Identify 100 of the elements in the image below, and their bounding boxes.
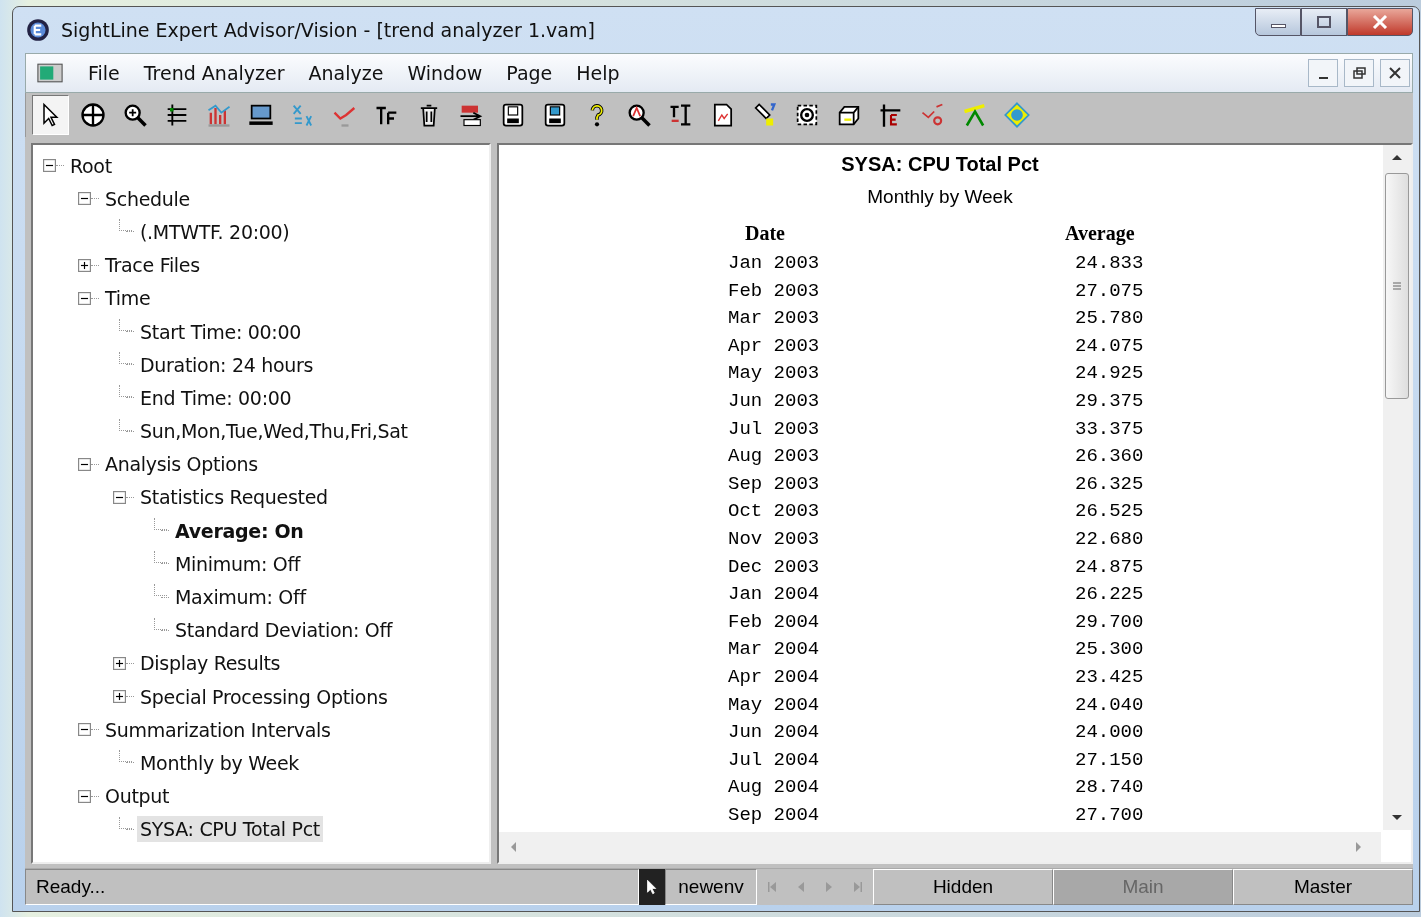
tree-item[interactable]: Trace Files [102, 252, 203, 279]
tree-item[interactable]: Output [102, 783, 173, 810]
expander-toggle[interactable] [43, 159, 56, 173]
table-cell-text: Apr 2004 [727, 664, 821, 690]
tree-item[interactable]: Time [102, 285, 154, 312]
restore-icon [1352, 66, 1366, 80]
menu-item[interactable]: Trend Analyzer [131, 62, 297, 84]
tree-item[interactable]: Schedule [102, 185, 193, 212]
table-cell-text: 26.360 [1074, 444, 1145, 470]
minimize-button[interactable] [1255, 8, 1301, 36]
tree-item[interactable]: Maximum: Off [172, 584, 309, 611]
table-cell-text: 24.075 [1074, 333, 1145, 359]
table-cell-text: 23.425 [1074, 664, 1145, 690]
close-button[interactable] [1380, 59, 1410, 87]
page-tab[interactable]: Hidden [873, 869, 1053, 905]
minimize-icon [1270, 24, 1286, 28]
tree-item[interactable]: Special Processing Options [137, 683, 391, 710]
environment-label: newenv [665, 869, 757, 905]
vertical-scrollbar[interactable] [1383, 145, 1411, 830]
tree-item[interactable]: End Time: 00:00 [137, 384, 295, 411]
expander-toggle[interactable] [78, 789, 91, 803]
table-cell-text: May 2003 [727, 361, 821, 387]
crosshair-icon [78, 101, 107, 129]
expander-toggle[interactable] [113, 656, 126, 670]
table-cell-text: 26.325 [1074, 471, 1145, 497]
expander-toggle[interactable] [78, 192, 91, 206]
tree-item[interactable]: Sun,Mon,Tue,Wed,Thu,Fri,Sat [137, 418, 411, 445]
close-button[interactable] [1347, 8, 1413, 36]
expander-toggle[interactable] [78, 723, 91, 737]
tree-item[interactable]: Minimum: Off [172, 550, 304, 577]
report-title: SYSA: CPU Total Pct [841, 153, 1039, 176]
tree-item[interactable]: Statistics Requested [137, 484, 331, 511]
tree-item[interactable]: (.MTWTF. 20:00) [137, 218, 293, 245]
table-cell-text: 29.375 [1074, 388, 1145, 414]
tree-item[interactable]: Summarization Intervals [102, 716, 334, 743]
table-cell-text: Feb 2004 [727, 609, 821, 635]
menu-item[interactable]: Window [395, 62, 495, 84]
close-icon [1370, 15, 1390, 29]
table-cell-text: 27.150 [1074, 747, 1145, 773]
diamond-coin-icon [1002, 101, 1031, 129]
menu-item[interactable]: Page [494, 62, 565, 84]
table-cell-text: Jul 2003 [727, 416, 821, 442]
tree-item[interactable]: Average: On [172, 517, 307, 544]
tree-item[interactable]: Analysis Options [102, 451, 261, 478]
tree-item[interactable]: Standard Deviation: Off [172, 617, 396, 644]
report-subtitle: Monthly by Week [867, 186, 1013, 208]
restore-button[interactable] [1344, 59, 1374, 87]
table-cell-text: 24.925 [1074, 361, 1145, 387]
table-cell-text: May 2004 [727, 692, 821, 718]
page-tab[interactable]: Master [1233, 869, 1413, 905]
minimize-button[interactable] [1308, 59, 1338, 87]
table-cell-text: Sep 2003 [727, 471, 821, 497]
table-cell-text: 25.780 [1074, 306, 1145, 332]
menu-item[interactable]: File [76, 62, 132, 84]
maximize-button[interactable] [1301, 8, 1347, 36]
tree-item[interactable]: SYSA: CPU Total Pct [137, 816, 323, 843]
table-cell-text: Apr 2003 [727, 333, 821, 359]
table-cell-text: Jun 2003 [727, 388, 821, 414]
expander-toggle[interactable] [113, 490, 126, 504]
table-cell-text: Mar 2004 [727, 637, 821, 663]
scroll-up-arrow-icon[interactable] [1391, 153, 1403, 161]
scroll-thumb[interactable] [1385, 173, 1409, 399]
table-cell-text: 24.875 [1074, 554, 1145, 580]
tree-item[interactable]: Root [67, 152, 115, 179]
menu-item[interactable]: Analyze [296, 62, 396, 84]
window-title: SightLine Expert Advisor/Vision - [trend analyzer 1.vam] [61, 19, 595, 41]
expander-toggle[interactable] [78, 258, 91, 272]
table-cell-text: Aug 2004 [727, 775, 821, 801]
table-cell-text: Sep 2004 [727, 802, 821, 828]
table-cell-text: 24.040 [1074, 692, 1145, 718]
grip-icon [1392, 281, 1402, 291]
table-cell-text: 29.700 [1074, 609, 1145, 635]
table-cell-text: 27.700 [1074, 802, 1145, 828]
table-cell-text: 26.225 [1074, 582, 1145, 608]
expander-toggle[interactable] [78, 291, 91, 305]
app-logo-icon [25, 17, 51, 43]
table-cell-text: Jan 2003 [727, 251, 821, 276]
table-cell-text: 22.680 [1074, 526, 1145, 552]
column-header: Average [1064, 222, 1136, 247]
tree-item[interactable]: Duration: 24 hours [137, 351, 317, 378]
tree-item[interactable]: Start Time: 00:00 [137, 318, 305, 345]
tree-item[interactable]: Display Results [137, 650, 284, 677]
pointer-tool[interactable] [32, 95, 69, 135]
close-icon [1388, 66, 1402, 80]
expander-toggle[interactable] [78, 457, 91, 471]
table-cell-text: Oct 2003 [727, 499, 821, 525]
pointer-icon [639, 869, 665, 905]
document-icon[interactable] [36, 62, 64, 84]
table-cell-text: 27.075 [1074, 278, 1145, 304]
maximize-icon [1314, 15, 1334, 29]
table-cell-text: Nov 2003 [727, 526, 821, 552]
table-cell-text: Jun 2004 [727, 720, 821, 746]
table-cell-text: Jul 2004 [727, 747, 821, 773]
tree-item[interactable]: Monthly by Week [137, 749, 302, 776]
expander-toggle[interactable] [113, 690, 126, 704]
scroll-down-arrow-icon[interactable] [1391, 814, 1403, 822]
table-cell-text: Mar 2003 [727, 306, 821, 332]
menu-item[interactable]: Help [564, 62, 632, 84]
table-cell-text: 28.740 [1074, 775, 1145, 801]
minimize-icon [1318, 77, 1328, 79]
